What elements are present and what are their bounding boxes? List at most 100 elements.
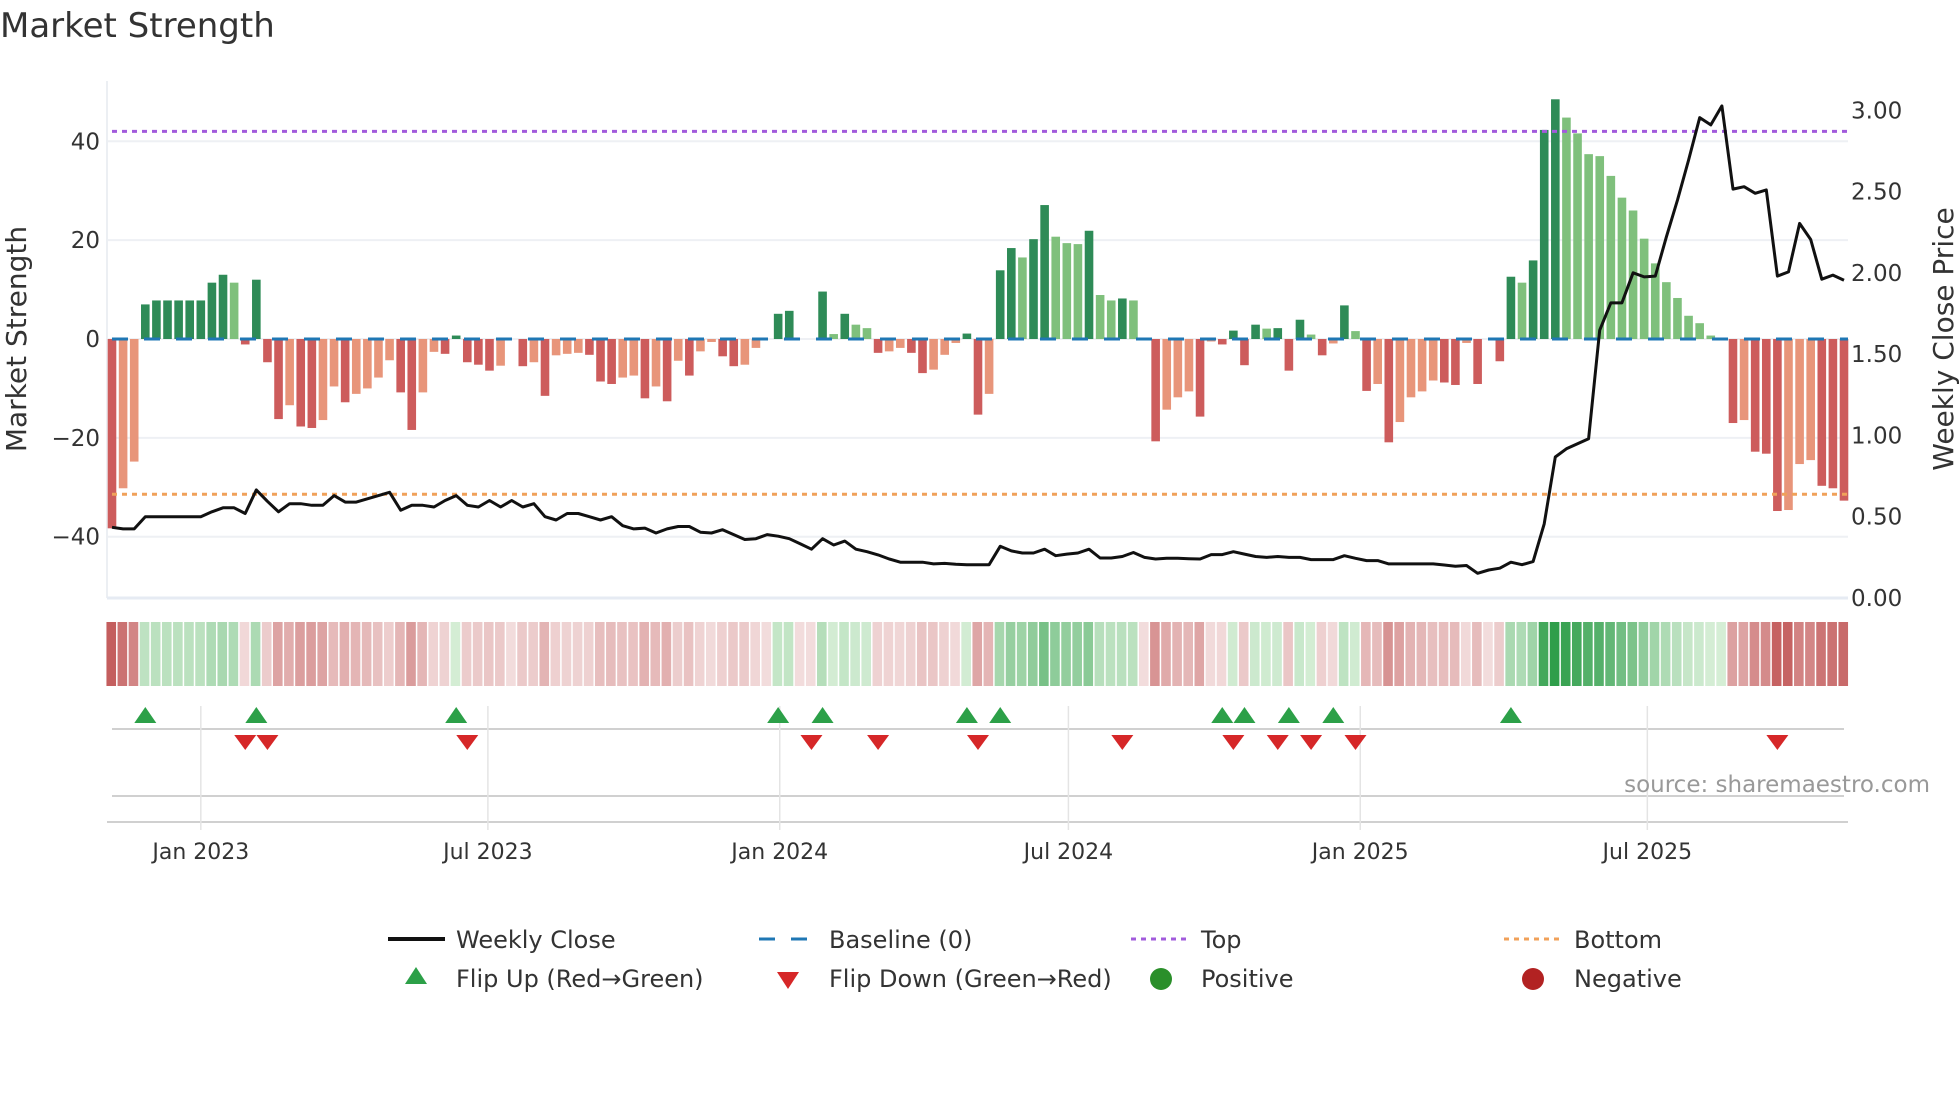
strength-bar [1317,339,1327,356]
strip-cell [1538,622,1549,686]
strength-bar [1451,339,1460,385]
strip-cell [1483,622,1493,686]
strip-cell [1438,622,1449,686]
strip-cell [783,622,794,686]
strip-cell [1583,622,1593,686]
strength-bar [296,339,306,427]
strength-bar [274,339,283,420]
strip-cell [1327,622,1338,686]
x-tick-label: Jan 2024 [729,840,828,865]
strength-bar [629,339,639,376]
legend-item-top[interactable]: Top [1131,926,1242,954]
flip-up-marker [134,707,157,723]
strength-bar [1284,339,1294,371]
strength-bar [196,300,206,340]
strip-cell [1649,622,1660,686]
flip-down-marker [867,735,890,750]
flip-down-marker [1344,735,1367,750]
strip-cell [717,622,727,686]
strip-cell [1338,622,1349,686]
strength-bars [107,99,1849,529]
legend-item-bottom[interactable]: Bottom [1504,926,1662,954]
strip-cell [694,622,705,686]
strip-cell [1316,622,1327,686]
strip-cell [1605,622,1615,686]
strip-cell [228,622,239,686]
strip-cell [1683,622,1693,686]
strip-cell [306,622,316,686]
strip-cell [417,622,427,686]
strength-bar [873,339,883,353]
strength-bar [673,339,683,361]
strip-cell [195,622,205,686]
strip-cell [1050,622,1060,686]
strip-cell [1738,622,1749,686]
strip-cell [1516,622,1527,686]
legend-item-positive[interactable]: Positive [1150,965,1294,993]
strip-cell [1116,622,1127,686]
legend-item-baseline[interactable]: Baseline (0) [759,926,972,954]
strip-cell [550,622,561,686]
strength-bar [651,339,661,387]
y-tick-label: 0 [85,327,100,353]
strip-cell [1494,622,1504,686]
strength-bar [174,300,183,340]
strength-bar [818,291,827,340]
strength-bar [1162,339,1172,410]
legend: Weekly Close Baseline (0) Top Bottom Fli… [388,926,1682,993]
strength-bar [1007,248,1016,340]
strip-cell [1827,622,1837,686]
strength-bar [207,282,217,340]
strip-cell [361,622,372,686]
strength-bar [229,282,239,340]
strength-bar [984,339,994,394]
strip-cell [894,622,905,686]
strip-cell [1039,622,1049,686]
legend-label: Negative [1574,965,1682,993]
strip-cell [139,622,150,686]
strip-cell [1238,622,1249,686]
strength-bar [385,339,394,361]
legend-item-weekly-close[interactable]: Weekly Close [388,926,616,954]
strength-bar [973,339,983,415]
legend-label: Positive [1201,965,1294,993]
strength-bar [1173,339,1183,398]
strip-cell [828,622,838,686]
strength-bar [1517,282,1527,340]
strength-bar [1340,305,1349,340]
strip-cell [472,622,483,686]
strip-cell [1105,622,1116,686]
strength-bar [1728,339,1738,424]
strip-cell [1805,622,1815,686]
strip-cell [1460,622,1471,686]
strip-cell [528,622,538,686]
strength-bar [1384,339,1394,443]
strength-bar [1695,323,1704,340]
legend-item-flip-up[interactable]: Flip Up (Red→Green) [405,965,704,993]
strip-cell [1560,622,1571,686]
strip-cell [639,622,649,686]
strip-cell [628,622,638,686]
legend-item-negative[interactable]: Negative [1522,965,1682,993]
strength-bar [152,300,161,340]
legend-item-flip-down[interactable]: Flip Down (Green→Red) [777,965,1112,993]
strength-bar [1617,197,1627,340]
strength-bar [895,339,905,348]
strip-cell [150,622,161,686]
strength-bar [1750,339,1760,452]
strip-cell [428,622,439,686]
strip-cell [1449,622,1460,686]
strip-cell [295,622,305,686]
strength-bar [1217,339,1227,345]
strip-cell [1760,622,1771,686]
strip-cell [939,622,949,686]
strength-bar [1251,324,1260,340]
y-tick-label: 20 [71,228,100,254]
strip-cell [339,622,350,686]
strength-bar [574,339,583,353]
strip-cell [1383,622,1393,686]
strength-bar [562,339,572,354]
strength-bar [1440,339,1449,383]
right-axis-label: Weekly Close Price [1927,207,1960,470]
strength-bar [907,339,916,353]
